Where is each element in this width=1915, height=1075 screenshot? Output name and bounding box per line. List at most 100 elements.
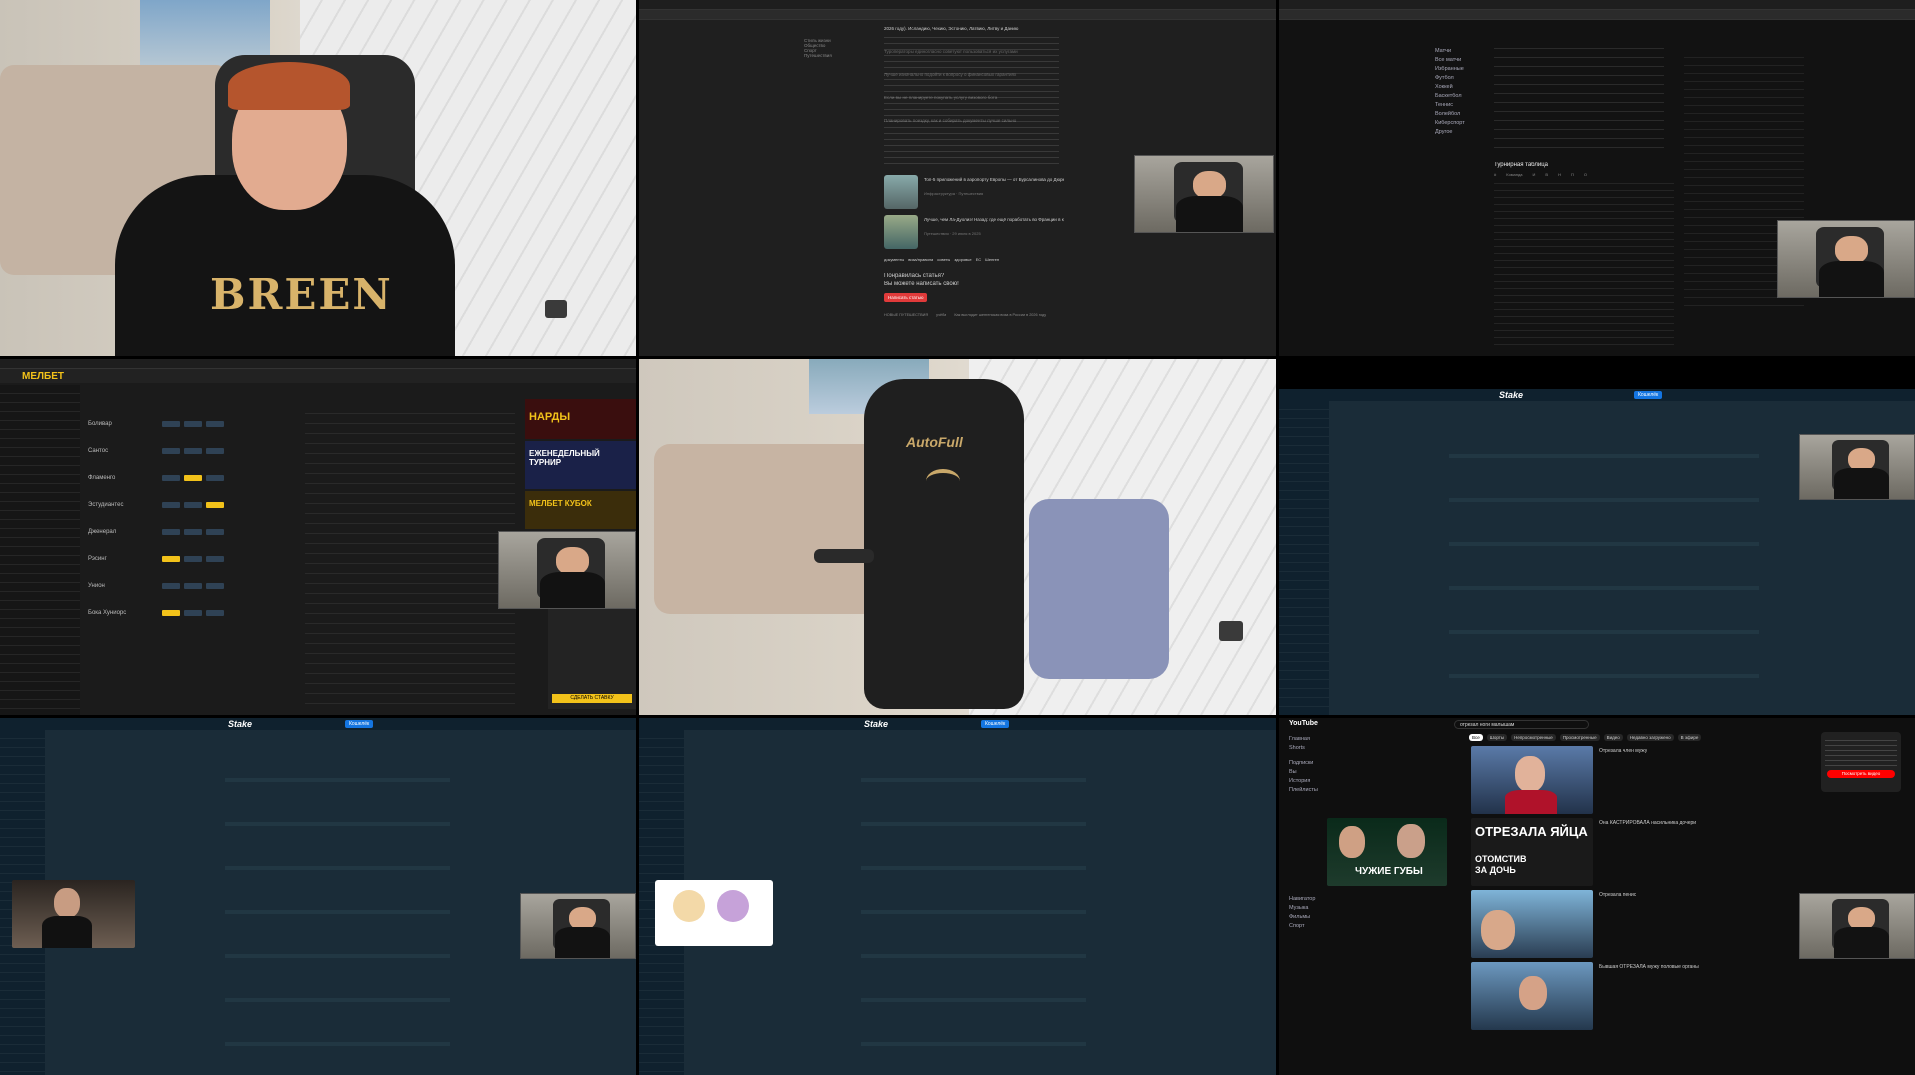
sidebar-item[interactable]: Киберспорт — [1429, 120, 1489, 129]
sidebar-item[interactable]: Подписки — [1283, 760, 1353, 769]
stake-logo[interactable]: Stake — [1499, 390, 1523, 400]
melbet-logo[interactable]: МЕЛБЕТ — [22, 371, 64, 382]
chip[interactable]: Все — [1469, 734, 1483, 741]
browser-url-bar[interactable] — [1279, 10, 1915, 20]
event-list — [861, 738, 1086, 1073]
team: Эстудиантес — [88, 501, 124, 508]
power-outlet — [545, 300, 567, 318]
tag-row: документы виза/правила советы здоровье Е… — [884, 257, 999, 262]
browser-tab-strip[interactable] — [1279, 0, 1915, 10]
search-input[interactable]: отрезал ноги малышам — [1454, 720, 1589, 729]
sidebar-item[interactable]: Волейбол — [1429, 111, 1489, 120]
chip[interactable]: Видео — [1603, 734, 1623, 741]
tag[interactable]: Шенген — [985, 257, 999, 262]
sidebar-link[interactable]: Путешествия — [804, 53, 864, 58]
sidebar-item[interactable]: Другое — [1429, 129, 1489, 138]
wallet-button[interactable]: Кошелёк — [345, 720, 374, 728]
chair-brand: AutoFull — [906, 434, 963, 450]
sidebar-item[interactable]: Спорт — [1283, 923, 1353, 932]
crumb[interactable]: Как выглядит шенгенская виза в России в … — [954, 313, 1046, 317]
match-row[interactable]: Сантос — [88, 446, 303, 455]
floating-thumbnail[interactable]: ЧУЖИЕ ГУБЫ — [1327, 818, 1447, 886]
related-card-2[interactable]: Лучше, чем Ла-Дуолиэ! Назад: где ещё пор… — [884, 215, 1064, 251]
browser-tab-strip[interactable] — [0, 359, 636, 369]
match-row[interactable]: Дженерал — [88, 527, 303, 536]
sidebar-item[interactable]: Плейлисты — [1283, 787, 1353, 796]
video-title[interactable]: Она КАСТРИРОВАЛА насильника дочери — [1599, 820, 1819, 826]
sidebar-item[interactable]: Баскетбол — [1429, 93, 1489, 102]
video-title[interactable]: Бывшая ОТРЕЗАЛА мужу половые органы — [1599, 964, 1699, 970]
place-bet-button[interactable]: СДЕЛАТЬ СТАВКУ — [552, 694, 632, 703]
match-row[interactable]: Рэсинг — [88, 554, 303, 563]
match-row[interactable]: Эстудиантес — [88, 500, 303, 509]
match-row[interactable]: Бока Хуниорс — [88, 608, 303, 617]
promo-nardy[interactable]: НАРДЫ — [525, 399, 636, 439]
related-title[interactable]: Топ-5 приложений в аэропорту Европы — от… — [924, 177, 1064, 182]
video-thumbnail[interactable] — [1471, 746, 1593, 814]
crumb[interactable]: НОВЫЕ ПУТЕШЕСТВИЯ — [884, 313, 928, 317]
match-row[interactable]: Боливар — [88, 419, 303, 428]
chip[interactable]: Недавно загружено — [1626, 734, 1674, 741]
tag[interactable]: советы — [937, 257, 950, 262]
article-page-tile: Стиль жизни Общество Спорт Путешествия 2… — [639, 0, 1276, 356]
footer-breadcrumb: НОВЫЕ ПУТЕШЕСТВИЯ учёба Как выглядит шен… — [884, 313, 1046, 317]
bedding — [1029, 499, 1169, 679]
notification-popup: Посмотреть видео — [1821, 732, 1901, 792]
related-meta: Инфраструктура · Путешествия — [924, 191, 984, 196]
browser-url-bar[interactable] — [639, 10, 1276, 20]
tag[interactable]: здоровье — [954, 257, 971, 262]
related-title[interactable]: Лучше, чем Ла-Дуолиэ! Назад: где ещё пор… — [924, 217, 1064, 222]
chip[interactable]: В эфире — [1677, 734, 1702, 741]
promo-cup[interactable]: МЕЛБЕТ КУБОК — [525, 491, 636, 529]
tag[interactable]: документы — [884, 257, 904, 262]
match-row[interactable]: Унион — [88, 581, 303, 590]
video-thumbnail[interactable] — [1471, 890, 1593, 958]
team: Боливар — [88, 420, 112, 427]
stream-multiview-grid: BREEN Стиль жизни Общество Спорт Путешес… — [0, 0, 1915, 1075]
sidebar-item[interactable]: Матчи — [1429, 48, 1489, 57]
sidebar-item[interactable]: Shorts — [1283, 745, 1353, 754]
related-card-1[interactable]: Топ-5 приложений в аэропорту Европы — от… — [884, 175, 1064, 211]
webcam-pip — [520, 893, 636, 959]
music-video-overlay[interactable] — [12, 880, 135, 948]
match-row[interactable]: Фламенго — [88, 473, 303, 482]
video-thumbnail[interactable] — [1471, 962, 1593, 1030]
browser-tab-strip[interactable] — [639, 0, 1276, 10]
sidebar-item[interactable]: Хоккей — [1429, 84, 1489, 93]
sidebar-item[interactable]: Навигатор — [1283, 896, 1353, 905]
tag[interactable]: ЕС — [976, 257, 982, 262]
wallet-button[interactable]: Кошелёк — [981, 720, 1010, 728]
team: Дженерал — [88, 528, 117, 535]
crumb[interactable]: учёба — [936, 313, 946, 317]
promo-tournament[interactable]: ЕЖЕНЕДЕЛЬНЫЙ ТУРНИР — [525, 441, 636, 489]
tag[interactable]: виза/правила — [908, 257, 933, 262]
write-article-button[interactable]: Написать статью — [884, 293, 928, 302]
sidebar-item[interactable]: Все матчи — [1429, 57, 1489, 66]
stake-logo[interactable]: Stake — [864, 719, 888, 729]
related-thumb — [884, 215, 918, 249]
video-title[interactable]: Отрезала пенис — [1599, 892, 1636, 898]
chip[interactable]: Шорты — [1486, 734, 1508, 741]
wallet-button[interactable]: Кошелёк — [1634, 391, 1663, 399]
sidebar-item[interactable]: История — [1283, 778, 1353, 787]
sidebar-item[interactable]: Музыка — [1283, 905, 1353, 914]
stake-logo[interactable]: Stake — [228, 719, 252, 729]
sidebar-item[interactable]: Футбол — [1429, 75, 1489, 84]
sidebar-item[interactable]: Главная — [1283, 736, 1353, 745]
col-header: Команда — [1506, 172, 1523, 177]
sidebar-item[interactable]: Вы — [1283, 769, 1353, 778]
video-title[interactable]: Отрезала член мужу — [1599, 748, 1647, 754]
thumb-text: ОТОМСТИВ ЗА ДОЧЬ — [1475, 854, 1527, 875]
chip[interactable]: Непросмотренные — [1511, 734, 1556, 741]
chip[interactable]: Просмотренные — [1559, 734, 1600, 741]
sidebar-item[interactable]: Избранные — [1429, 66, 1489, 75]
popup-button[interactable]: Посмотреть видео — [1827, 770, 1895, 778]
sidebar-item[interactable]: Фильмы — [1283, 914, 1353, 923]
youtube-logo[interactable]: YouTube — [1289, 720, 1318, 727]
webcam-empty-chair-tile: AutoFull — [639, 359, 1276, 715]
match-list: Боливар Сантос Фламенго Эстудиантес Джен… — [88, 419, 303, 617]
thumb-text: ОТРЕЗАЛА ЯЙЦА — [1475, 824, 1588, 839]
video-thumbnail[interactable]: ОТРЕЗАЛА ЯЙЦА ОТОМСТИВ ЗА ДОЧЬ — [1471, 818, 1593, 886]
sidebar-item[interactable]: Теннис — [1429, 102, 1489, 111]
article-sidebar: Стиль жизни Общество Спорт Путешествия — [804, 38, 864, 58]
